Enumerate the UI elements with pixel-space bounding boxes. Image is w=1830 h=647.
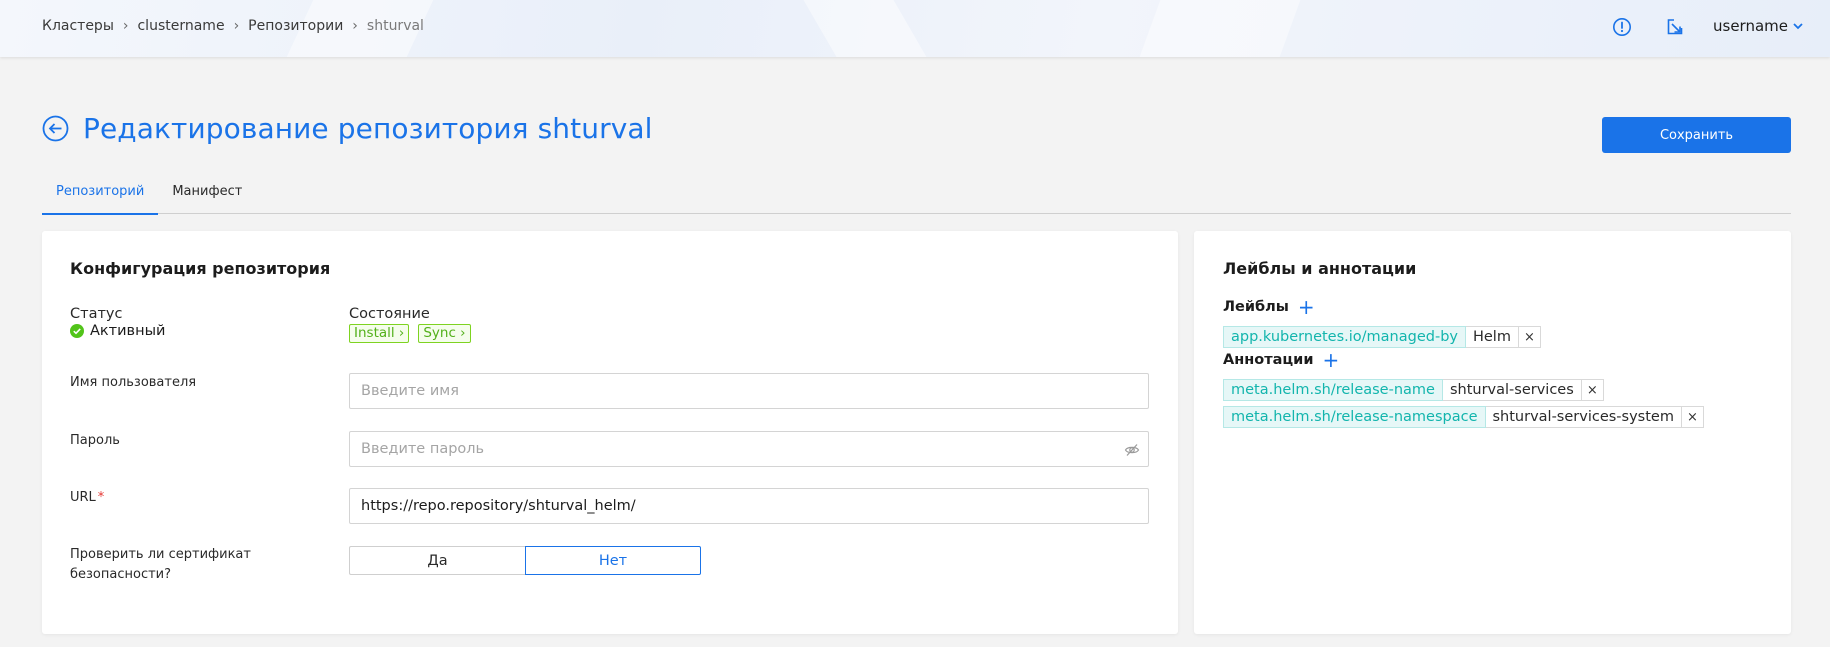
- tab-bar: Репозиторий Манифест: [42, 176, 1791, 215]
- annotation-key: meta.helm.sh/release-name: [1223, 379, 1443, 401]
- username-placeholder: Введите имя: [361, 383, 459, 399]
- tab-manifest[interactable]: Манифест: [158, 176, 256, 214]
- annotation-value: shturval-services-system: [1485, 406, 1682, 428]
- repository-config-card: Конфигурация репозитория Статус Активный…: [42, 231, 1178, 634]
- chevron-right-icon: ›: [122, 18, 129, 34]
- breadcrumb: Кластеры › clustername › Репозитории › s…: [42, 18, 424, 34]
- eye-off-icon[interactable]: [1124, 442, 1140, 458]
- back-arrow-icon[interactable]: [42, 115, 69, 142]
- username-label: Имя пользователя: [70, 375, 197, 390]
- cert-check-label: Проверить ли сертификат безопасности?: [70, 547, 251, 582]
- breadcrumb-current: shturval: [366, 18, 424, 34]
- username: username: [1713, 17, 1788, 35]
- remove-annotation-icon[interactable]: ×: [1681, 406, 1704, 428]
- chevron-down-icon: [1793, 23, 1803, 30]
- add-annotation-icon[interactable]: +: [1322, 350, 1339, 370]
- annotation-value: shturval-services: [1442, 379, 1582, 401]
- user-menu[interactable]: username: [1713, 17, 1804, 35]
- cert-option-yes[interactable]: Да: [349, 546, 525, 575]
- header-decoration: [1139, 0, 1301, 57]
- annotations-heading: Аннотации +: [1223, 348, 1340, 372]
- breadcrumb-cluster[interactable]: clustername: [137, 18, 224, 34]
- required-mark: *: [97, 490, 105, 505]
- header-decoration: [803, 0, 927, 57]
- page-title: Редактирование репозитория shturval: [83, 112, 653, 145]
- label-value: Helm: [1465, 326, 1519, 348]
- breadcrumb-repositories[interactable]: Репозитории: [248, 18, 343, 34]
- check-circle-icon: [70, 324, 84, 338]
- annotation-item: meta.helm.sh/release-namespace shturval-…: [1223, 406, 1704, 428]
- annotation-item: meta.helm.sh/release-name shturval-servi…: [1223, 379, 1604, 401]
- alert-circle-icon[interactable]: [1610, 15, 1634, 39]
- card-title: Конфигурация репозитория: [70, 259, 331, 278]
- status-value: Активный: [70, 323, 165, 339]
- status-label: Статус: [70, 306, 123, 322]
- url-value: https://repo.repository/shturval_helm/: [361, 498, 636, 514]
- labels-heading: Лейблы +: [1223, 295, 1315, 319]
- state-tags: Install › Sync ›: [349, 324, 471, 343]
- cert-check-toggle: Да Нет: [349, 546, 701, 575]
- state-tag-install[interactable]: Install ›: [349, 324, 410, 343]
- password-placeholder: Введите пароль: [361, 441, 485, 457]
- top-bar: Кластеры › clustername › Репозитории › s…: [0, 0, 1830, 57]
- status-text: Активный: [90, 323, 166, 339]
- card-title: Лейблы и аннотации: [1223, 259, 1417, 278]
- remove-label-icon[interactable]: ×: [1518, 326, 1541, 348]
- password-input[interactable]: Введите пароль: [349, 431, 1149, 467]
- annotation-key: meta.helm.sh/release-namespace: [1223, 406, 1486, 428]
- labels-annotations-card: Лейблы и аннотации Лейблы + app.kubernet…: [1194, 231, 1791, 634]
- cert-option-no[interactable]: Нет: [525, 546, 701, 575]
- title-row: Редактирование репозитория shturval: [42, 112, 653, 145]
- password-label: Пароль: [70, 433, 120, 448]
- url-label: URL *: [70, 490, 105, 505]
- external-link-icon[interactable]: [1663, 15, 1687, 39]
- chevron-right-icon: ›: [352, 18, 358, 34]
- remove-annotation-icon[interactable]: ×: [1581, 379, 1604, 401]
- state-tag-sync[interactable]: Sync ›: [418, 324, 471, 343]
- breadcrumb-clusters[interactable]: Кластеры: [42, 18, 114, 34]
- label-item: app.kubernetes.io/managed-by Helm ×: [1223, 326, 1541, 348]
- tab-repository[interactable]: Репозиторий: [42, 176, 159, 215]
- chevron-right-icon: ›: [233, 18, 240, 34]
- url-input[interactable]: https://repo.repository/shturval_helm/: [349, 488, 1149, 524]
- username-input[interactable]: Введите имя: [349, 373, 1149, 409]
- add-label-icon[interactable]: +: [1298, 297, 1315, 317]
- state-label: Состояние: [349, 306, 430, 322]
- label-key: app.kubernetes.io/managed-by: [1223, 326, 1466, 348]
- save-button[interactable]: Сохранить: [1602, 117, 1791, 153]
